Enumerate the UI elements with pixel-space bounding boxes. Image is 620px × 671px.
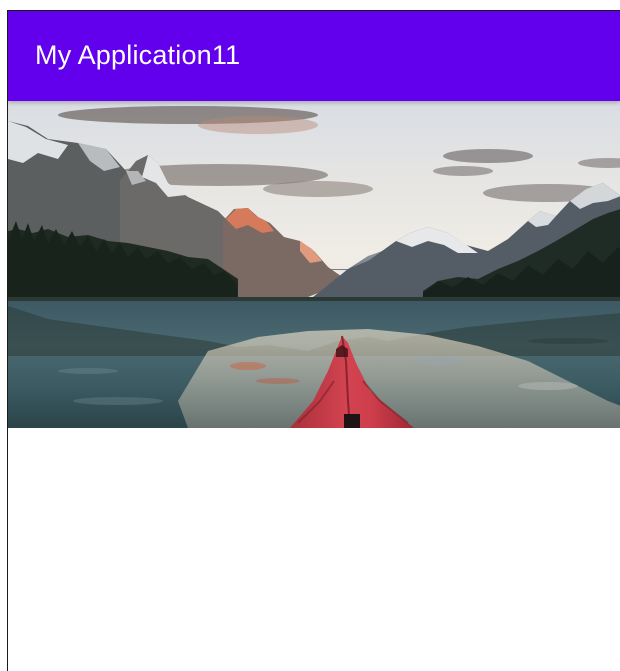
- content-area: [8, 428, 620, 671]
- app-title: My Application11: [35, 39, 241, 70]
- hero-image: [8, 101, 620, 428]
- device-screen: My Application11: [7, 10, 620, 671]
- app-bar: My Application11: [8, 11, 620, 101]
